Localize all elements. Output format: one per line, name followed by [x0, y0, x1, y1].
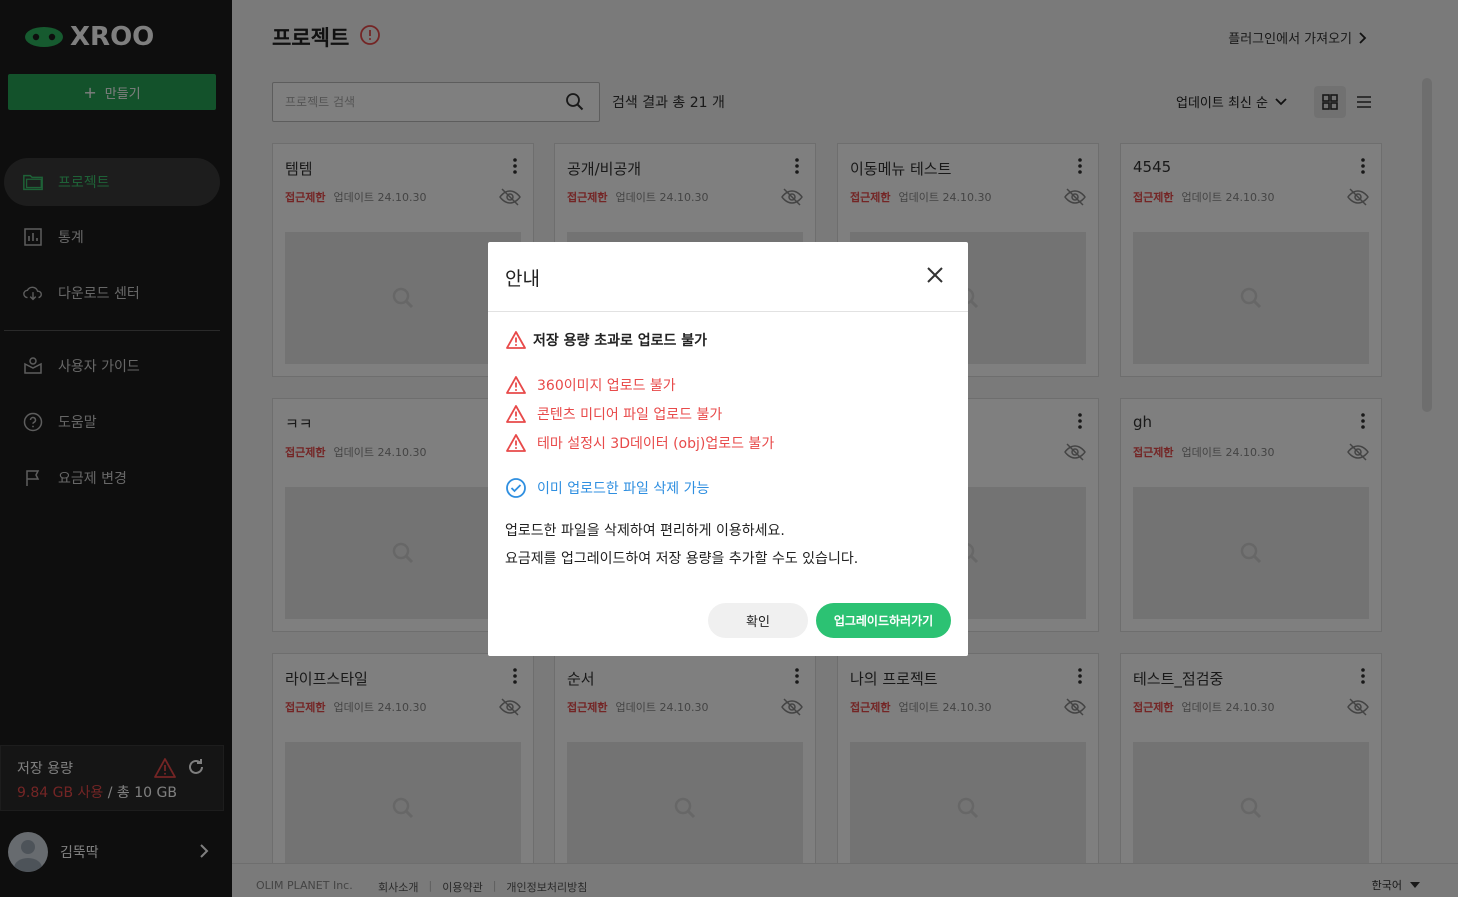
warning-item-text: 테마 설정시 3D데이터 (obj)업로드 불가 [537, 435, 775, 452]
description-line: 업로드한 파일을 삭제하여 편리하게 이용하세요. [505, 523, 785, 539]
modal-body: 저장 용량 초과로 업로드 불가 360이미지 업로드 불가 콘텐츠 미디어 파… [505, 326, 955, 573]
warning-icon [506, 375, 526, 394]
warning-icon [506, 404, 526, 423]
upgrade-button[interactable]: 업그레이드하러가기 [816, 603, 951, 638]
warning-heading-text: 저장 용량 초과로 업로드 불가 [533, 333, 708, 349]
modal-title: 안내 [505, 268, 540, 290]
close-icon[interactable] [926, 266, 944, 288]
ok-item: 이미 업로드한 파일 삭제 가능 [505, 473, 955, 502]
warning-item: 테마 설정시 3D데이터 (obj)업로드 불가 [505, 428, 955, 457]
warning-item-text: 콘텐츠 미디어 파일 업로드 불가 [537, 406, 723, 423]
confirm-button[interactable]: 확인 [708, 603, 808, 638]
modal-header: 안내 [488, 242, 968, 312]
warning-heading: 저장 용량 초과로 업로드 불가 [505, 326, 955, 354]
notice-modal: 안내 저장 용량 초과로 업로드 불가 360이미지 업로드 불가 콘텐츠 미디… [488, 242, 968, 656]
warning-item-text: 360이미지 업로드 불가 [537, 377, 676, 394]
modal-description: 업로드한 파일을 삭제하여 편리하게 이용하세요. 요금제를 업그레이드하여 저… [505, 517, 955, 573]
description-line: 요금제를 업그레이드하여 저장 용량을 추가할 수도 있습니다. [505, 551, 859, 567]
ok-item-text: 이미 업로드한 파일 삭제 가능 [537, 480, 710, 497]
warning-item: 콘텐츠 미디어 파일 업로드 불가 [505, 399, 955, 428]
warning-icon [506, 433, 526, 452]
check-circle-icon [506, 477, 526, 498]
warning-icon [506, 331, 526, 349]
warning-item: 360이미지 업로드 불가 [505, 370, 955, 399]
